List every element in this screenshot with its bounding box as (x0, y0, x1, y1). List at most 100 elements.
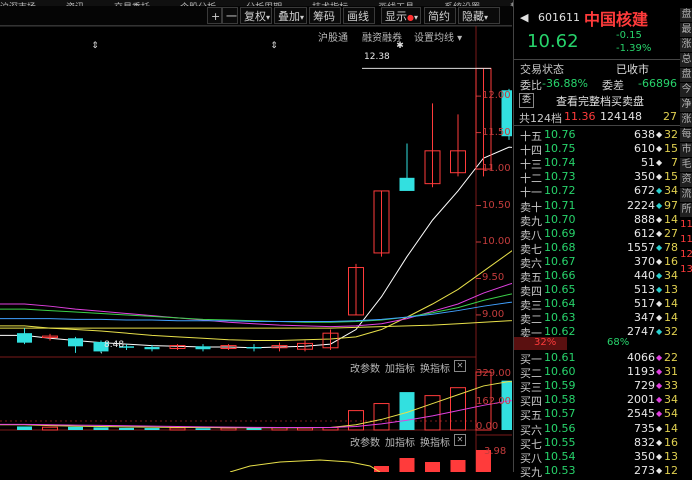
back-arrow-icon[interactable]: ◀ (520, 11, 528, 24)
hide-button[interactable]: 隐藏▾ (458, 7, 500, 24)
bid-row[interactable]: 买三 10.59 729 ◆ 33 (514, 379, 692, 394)
side-tab[interactable]: 盘 (680, 68, 692, 82)
ask-row[interactable]: 十五 10.76 638 ◆ 32 (514, 128, 692, 143)
price-tick-label: 10.00 (482, 236, 511, 247)
add-indicator-button-2[interactable]: 加指标 (385, 434, 415, 449)
trade-status-row: 交易状态 已收市 (520, 63, 649, 76)
side-tab[interactable]: 盘 (680, 8, 692, 22)
hugutong-link[interactable]: 沪股通 (318, 29, 348, 44)
side-tab[interactable]: 市 (680, 143, 692, 157)
edit-params-button-2[interactable]: 改参数 (350, 434, 380, 449)
bid-row[interactable]: 买五 10.57 2545 ◆ 54 (514, 407, 692, 422)
kline-chart[interactable]: ⇕ ⇕ ✱ (0, 26, 512, 472)
ask-row[interactable]: 卖八 10.69 612 ◆ 27 (514, 227, 692, 242)
side-tab[interactable]: 11 (680, 233, 692, 247)
ask-row[interactable]: 十二 10.73 350 ◆ 15 (514, 170, 692, 185)
ask-row[interactable]: 十一 10.72 672 ◆ 34 (514, 184, 692, 199)
vol-axis-mid: 162.00 (476, 396, 511, 407)
candle-body (399, 177, 415, 191)
level-price: 10.64 (544, 297, 576, 311)
bid-row[interactable]: 买二 10.60 1193 ◆ 31 (514, 365, 692, 380)
level-volume: 440 (634, 269, 655, 282)
ask-row[interactable]: 卖七 10.68 1557 ◆ 78 (514, 241, 692, 256)
bid-row[interactable]: 买七 10.55 832 ◆ 16 (514, 436, 692, 451)
level-price: 10.67 (544, 254, 576, 268)
edit-params-button[interactable]: 改参数 (350, 360, 380, 375)
draw-line-button[interactable]: 画线 (343, 7, 375, 24)
overlay-button[interactable]: 叠加▾ (274, 7, 307, 24)
side-tab[interactable]: 每 (680, 128, 692, 142)
price-tick-label: 12.00 (482, 90, 511, 102)
side-tab[interactable]: 最 (680, 23, 692, 37)
side-tab[interactable]: 净 (680, 98, 692, 112)
add-indicator-button[interactable]: 加指标 (385, 360, 415, 375)
zoom-in-button[interactable]: + (207, 7, 222, 24)
simple-mode-button[interactable]: 简约 (424, 7, 456, 24)
bid-row[interactable]: 买四 10.58 2001 ◆ 34 (514, 393, 692, 408)
ask-row[interactable]: 卖十 10.71 2224 ◆ 97 (514, 198, 692, 214)
side-tab[interactable]: 总 (680, 53, 692, 67)
side-tab[interactable]: 11 (680, 218, 692, 232)
display-button[interactable]: 显示●▾ (381, 7, 421, 24)
side-tab[interactable]: 资 (680, 173, 692, 187)
candle-body (144, 347, 160, 350)
level-count: 31 (664, 365, 678, 379)
side-tab[interactable]: 涨 (680, 38, 692, 52)
level-volume: 2001 (627, 393, 655, 407)
diamond-icon: ◆ (656, 451, 663, 461)
bid-row[interactable]: 买八 10.54 350 ◆ 13 (514, 449, 692, 465)
level-price: 10.56 (544, 421, 576, 435)
diamond-icon: ◆ (656, 256, 663, 266)
diamond-icon: ◆ (656, 186, 663, 196)
bid-row[interactable]: 买九 10.53 273 ◆ 12 (514, 464, 692, 479)
ask-row[interactable]: 十三 10.74 51 ◆ 7 (514, 156, 692, 171)
side-tab[interactable]: 今 (680, 83, 692, 97)
side-tab[interactable]: 13 (680, 263, 692, 277)
fuquan-button[interactable]: 复权▾ (240, 7, 272, 24)
chips-button[interactable]: 筹码 (309, 7, 341, 24)
ask-row[interactable]: 卖六 10.67 370 ◆ 16 (514, 254, 692, 270)
diamond-icon: ◆ (656, 313, 663, 323)
buy-ratio: 68% (607, 337, 630, 348)
bid-row[interactable]: 买一 10.61 4066 ◆ 22 (514, 351, 692, 366)
level-price: 10.63 (544, 311, 576, 325)
bid-row[interactable]: 买六 10.56 735 ◆ 14 (514, 421, 692, 437)
stock-name: 中国核建 (584, 10, 649, 29)
side-tab[interactable]: 流 (680, 188, 692, 202)
level-count: 14 (664, 297, 678, 311)
level-price: 10.70 (544, 212, 576, 226)
switch-indicator-button-2[interactable]: 换指标 (420, 434, 450, 449)
side-tab[interactable]: 涨 (680, 113, 692, 127)
vol-axis-top: 329.00 (476, 368, 511, 379)
ma-line-4 (0, 301, 512, 323)
diamond-icon: ◆ (656, 130, 663, 139)
switch-indicator-button[interactable]: 换指标 (420, 360, 450, 375)
zoom-out-button[interactable]: 一 (222, 7, 238, 24)
level-count: 14 (664, 212, 678, 226)
diamond-icon: ◆ (656, 144, 663, 154)
divider (514, 59, 680, 60)
full-book-button[interactable]: 委 查看完整档买卖盘 (514, 93, 692, 108)
diamond-icon: ◆ (656, 395, 663, 405)
ask-row[interactable]: 卖九 10.70 888 ◆ 14 (514, 212, 692, 228)
ask-row[interactable]: 卖二 10.63 347 ◆ 14 (514, 311, 692, 326)
level-price: 10.74 (544, 156, 576, 170)
ask-row[interactable]: 十四 10.75 610 ◆ 15 (514, 142, 692, 157)
volume-ma-line-1 (0, 400, 512, 429)
side-tab[interactable]: 所 (680, 203, 692, 217)
ask-row[interactable]: 卖三 10.64 517 ◆ 14 (514, 297, 692, 312)
level-volume: 517 (634, 297, 655, 311)
ask-row[interactable]: 卖五 10.66 440 ◆ 34 (514, 269, 692, 284)
level-volume: 888 (634, 212, 655, 226)
candle-body (246, 347, 262, 349)
level-price: 10.54 (544, 449, 576, 463)
level-count: 97 (664, 198, 678, 212)
side-tab[interactable]: 12 (680, 248, 692, 262)
ma-settings-button[interactable]: 设置均线 ▾ (414, 29, 462, 44)
side-tab[interactable]: 毛 (680, 158, 692, 172)
close-icon[interactable]: ✕ (454, 360, 466, 372)
close-icon[interactable]: ✕ (454, 434, 466, 446)
diamond-icon: ◆ (656, 285, 663, 295)
margin-link[interactable]: 融资融券 (362, 29, 402, 44)
ask-row[interactable]: 卖四 10.65 513 ◆ 13 (514, 283, 692, 298)
